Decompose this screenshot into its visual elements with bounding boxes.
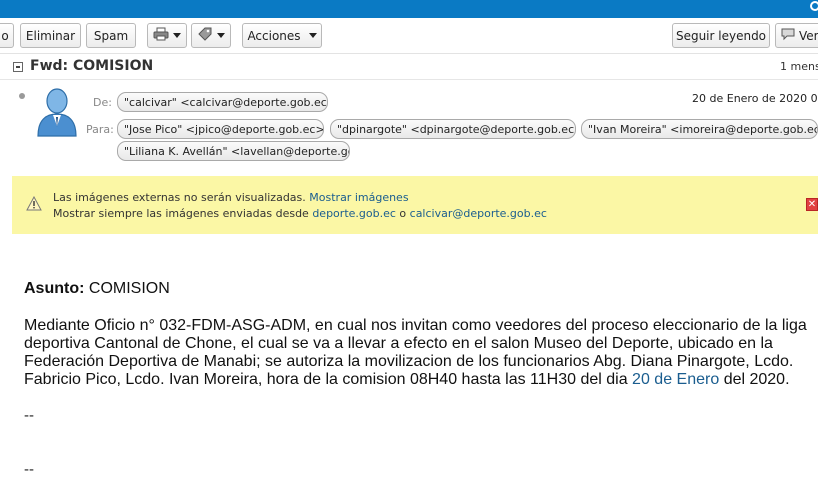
body-paragraph: Mediante Oficio n° 032-FDM-ASG-ADM, en c… [24,317,814,389]
from-label: De: [93,96,112,109]
speech-bubble-icon [780,27,796,44]
date-link[interactable]: 20 de Enero [632,371,719,388]
signature-separator: -- [24,461,34,478]
warning-text: Las imágenes externas no serán visualiza… [53,191,306,204]
external-images-warning: Las imágenes externas no serán visualiza… [12,176,818,234]
keep-reading-button[interactable]: Seguir leyendo [672,23,770,48]
recipient-address: "Jose Pico" <jpico@deporte.gob.ec> [124,122,324,136]
always-show-sender-link[interactable]: calcivar@deporte.gob.ec [410,207,547,220]
from-chip[interactable]: "calcivar" <calcivar@deporte.gob.ec> [117,92,328,112]
avatar-icon [34,86,80,138]
delete-button[interactable]: Eliminar [20,23,81,48]
recipient-chip[interactable]: "Jose Pico" <jpico@deporte.gob.ec> [117,119,324,139]
asunto-label: Asunto: [24,280,85,297]
or-text: o [399,207,407,220]
actions-label: Acciones [247,28,301,43]
unread-dot-icon[interactable] [19,93,25,99]
message-count: 1 mens [780,60,818,73]
partial-left-label: o [1,28,9,43]
recipient-address: "Ivan Moreira" <imoreira@deporte.gob.ec> [588,122,818,136]
recipient-chip[interactable]: "Liliana K. Avellán" <lavellan@deporte.g… [117,141,350,161]
chevron-down-icon [217,33,225,38]
spam-button[interactable]: Spam [86,23,136,48]
always-show-domain-link[interactable]: deporte.gob.ec [312,207,396,220]
subject-bar: Fwd: COMISION 1 mens [0,54,818,80]
collapse-icon[interactable] [13,62,23,72]
recipient-address: "Liliana K. Avellán" <lavellan@deporte.g… [124,144,349,158]
partial-left-button[interactable]: o [0,23,14,48]
tag-icon [197,27,213,44]
asunto-value: COMISION [88,280,170,297]
warning-icon [26,195,42,214]
warning-text: Mostrar siempre las imágenes enviadas de… [53,207,309,220]
warning-line-2: Mostrar siempre las imágenes enviadas de… [53,207,547,220]
close-icon[interactable]: ✕ [806,198,818,211]
view-button[interactable]: Ver [775,23,818,48]
from-address: "calcivar" <calcivar@deporte.gob.ec> [124,95,328,109]
body-text: del 2020. [723,371,790,388]
body-subject-line: Asunto: COMISION [24,280,170,298]
message-toolbar: o Eliminar Spam Acciones Seguir leyendo … [0,18,818,54]
warning-line-1: Las imágenes externas no serán visualiza… [53,191,409,204]
view-label: Ver [799,28,818,43]
message-subject: Fwd: COMISION [30,58,154,74]
recipient-chip[interactable]: "Ivan Moreira" <imoreira@deporte.gob.ec> [581,119,818,139]
chevron-down-icon [308,33,317,38]
recipient-chip[interactable]: "dpinargote" <dpinargote@deporte.gob.ec> [330,119,576,139]
chevron-down-icon [173,33,181,38]
to-label: Para: [86,123,114,136]
recipient-address: "dpinargote" <dpinargote@deporte.gob.ec> [337,122,576,136]
show-images-link[interactable]: Mostrar imágenes [309,191,408,204]
message-date: 20 de Enero de 2020 08:4 [692,92,818,105]
message-header: De: "calcivar" <calcivar@deporte.gob.ec>… [0,80,818,176]
delete-label: Eliminar [25,28,76,43]
spam-label: Spam [93,28,129,43]
tag-dropdown-button[interactable] [191,23,231,48]
signature-separator: -- [24,407,34,424]
keep-reading-label: Seguir leyendo [675,28,767,43]
actions-dropdown-button[interactable]: Acciones [242,23,322,48]
print-dropdown-button[interactable] [147,23,187,48]
top-bar [0,0,818,18]
print-icon [153,27,169,44]
search-icon[interactable] [808,1,818,13]
